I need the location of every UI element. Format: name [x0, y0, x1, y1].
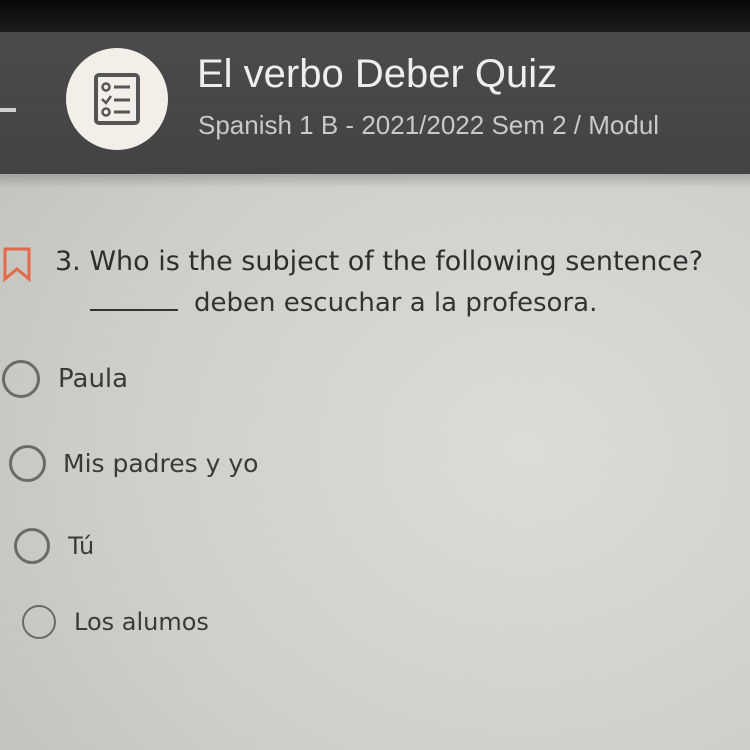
answer-option[interactable]: Los alumos	[22, 605, 209, 639]
question-text: 3. Who is the subject of the following s…	[55, 246, 704, 277]
course-breadcrumb[interactable]: Spanish 1 B - 2021/2022 Sem 2 / Modul	[198, 110, 659, 141]
answer-option[interactable]: Mis padres y yo	[9, 445, 258, 482]
page-title: El verbo Deber Quiz	[197, 52, 558, 96]
radio-button[interactable]	[22, 605, 56, 639]
option-label: Los alumos	[74, 608, 209, 636]
answer-option[interactable]: Paula	[2, 360, 128, 398]
option-label: Mis padres y yo	[63, 449, 259, 478]
header-shadow	[0, 174, 750, 188]
option-label: Paula	[58, 364, 129, 394]
answer-option[interactable]: Tú	[14, 528, 94, 564]
sentence-text: deben escuchar a la profesora.	[194, 288, 598, 318]
radio-button[interactable]	[2, 360, 40, 398]
quiz-page: El verbo Deber Quiz Spanish 1 B - 2021/2…	[0, 0, 750, 750]
answer-blank	[90, 309, 178, 311]
screen-bezel	[0, 0, 750, 32]
quiz-icon	[66, 48, 168, 150]
option-label: Tú	[68, 532, 95, 560]
question-sentence: deben escuchar a la profesora.	[90, 288, 597, 318]
radio-button[interactable]	[14, 528, 50, 564]
quiz-checklist-icon	[94, 73, 140, 125]
bookmark-icon[interactable]	[2, 246, 32, 282]
radio-button[interactable]	[9, 445, 46, 482]
quiz-header: El verbo Deber Quiz Spanish 1 B - 2021/2…	[0, 32, 750, 174]
back-arrow-icon[interactable]	[0, 90, 20, 130]
